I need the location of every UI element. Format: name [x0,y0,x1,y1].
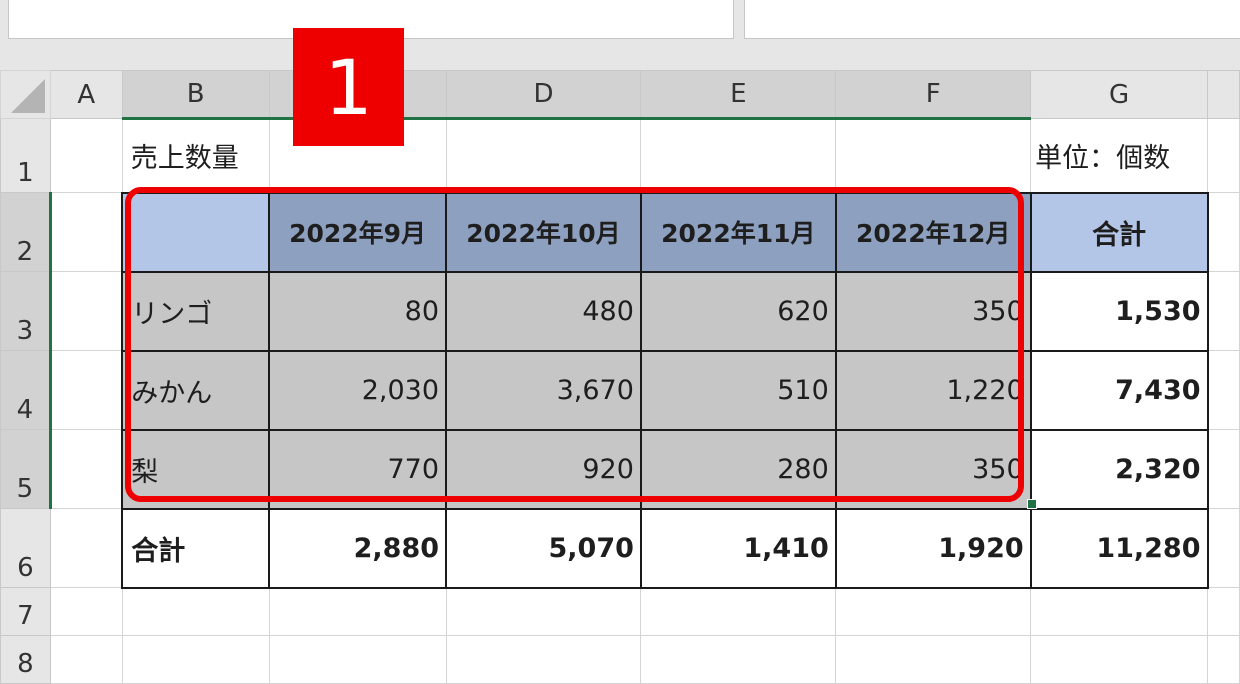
value-cell[interactable]: 280 [639,428,837,510]
cell-h2[interactable] [1207,192,1240,272]
cell-e1[interactable] [640,118,837,193]
item-name-cell[interactable]: 梨 [121,428,271,510]
row-total-cell[interactable]: 2,320 [1029,428,1209,510]
totals-row-label[interactable]: 合計 [121,507,271,589]
formula-input[interactable] [744,0,1240,39]
value-cell[interactable]: 510 [639,349,837,431]
cell-a1[interactable] [49,118,123,193]
cell-d1[interactable] [445,118,642,193]
cell-a8[interactable] [49,635,123,684]
column-header-b[interactable]: B [121,70,270,120]
value-cell[interactable]: 350 [834,270,1032,352]
column-total-cell[interactable]: 2,880 [268,507,448,589]
value-cell[interactable]: 80 [268,270,448,352]
value-cell[interactable]: 770 [268,428,448,510]
cell-h8[interactable] [1207,635,1240,684]
cell-f1[interactable] [835,118,1032,193]
column-total-cell[interactable]: 1,920 [834,507,1032,589]
column-header-h[interactable] [1207,70,1240,119]
cell-e8[interactable] [640,635,837,684]
cell-a4[interactable] [49,350,123,430]
row-header-8[interactable]: 8 [0,635,51,684]
row-header-2[interactable]: 2 [0,192,52,272]
row-total-cell[interactable]: 1,530 [1029,270,1209,352]
cell-h6[interactable] [1207,508,1240,588]
value-cell[interactable]: 3,670 [445,349,642,431]
cell-a3[interactable] [49,271,123,351]
select-all-triangle-icon [10,79,45,113]
fill-handle[interactable] [1027,499,1037,509]
cell-b8[interactable] [121,635,270,684]
value-cell[interactable]: 2,030 [268,349,448,431]
column-header-g[interactable]: G [1030,70,1209,119]
item-name-cell[interactable]: リンゴ [121,270,271,352]
cell-g7[interactable] [1030,587,1209,636]
step-number-badge: 1 [293,28,404,146]
column-header-e[interactable]: E [640,70,837,120]
cell-h4[interactable] [1207,350,1240,430]
formula-bar-area [0,0,1240,70]
cell-e7[interactable] [640,587,837,636]
cell-a5[interactable] [49,429,123,509]
row-header-7[interactable]: 7 [0,587,51,636]
cell-h1[interactable] [1207,118,1240,193]
row-header-5[interactable]: 5 [0,429,52,509]
column-total-cell[interactable]: 5,070 [445,507,642,589]
month-header-oct[interactable]: 2022年10月 [445,191,642,273]
cell-b2-header-blank[interactable] [121,191,271,273]
cell-d7[interactable] [445,587,642,636]
grand-total-cell[interactable]: 11,280 [1029,507,1209,589]
sheet-title-cell[interactable]: 売上数量 [121,118,270,193]
cell-a7[interactable] [49,587,123,636]
row-header-3[interactable]: 3 [0,271,52,351]
cell-g8[interactable] [1030,635,1209,684]
cell-c8[interactable] [268,635,447,684]
cell-f7[interactable] [835,587,1032,636]
month-header-dec[interactable]: 2022年12月 [834,191,1032,273]
month-header-nov[interactable]: 2022年11月 [639,191,837,273]
column-header-a[interactable]: A [49,70,123,119]
cell-f8[interactable] [835,635,1032,684]
worksheet-grid: A B C D E F G 1 売上数量 単位：個数 2 2022年9月 202… [0,70,1240,684]
cell-d8[interactable] [445,635,642,684]
cell-h3[interactable] [1207,271,1240,351]
unit-label-cell[interactable]: 単位：個数 [1030,118,1209,193]
cell-b7[interactable] [121,587,270,636]
row-header-6[interactable]: 6 [0,508,51,588]
value-cell[interactable]: 920 [445,428,642,510]
row-total-cell[interactable]: 7,430 [1029,349,1209,431]
row-header-1[interactable]: 1 [0,118,51,193]
value-cell[interactable]: 1,220 [834,349,1032,431]
column-header-d[interactable]: D [445,70,642,120]
column-total-cell[interactable]: 1,410 [639,507,837,589]
total-column-header[interactable]: 合計 [1029,191,1209,273]
value-cell[interactable]: 350 [834,428,1032,510]
cell-a6[interactable] [49,508,123,588]
cell-a2[interactable] [49,192,123,272]
item-name-cell[interactable]: みかん [121,349,271,431]
value-cell[interactable]: 480 [445,270,642,352]
month-header-sep[interactable]: 2022年9月 [268,191,448,273]
select-all-button[interactable] [0,70,51,119]
cell-h7[interactable] [1207,587,1240,636]
value-cell[interactable]: 620 [639,270,837,352]
cell-c7[interactable] [268,587,447,636]
column-header-f[interactable]: F [835,70,1032,120]
row-header-4[interactable]: 4 [0,350,52,430]
cell-h5[interactable] [1207,429,1240,509]
